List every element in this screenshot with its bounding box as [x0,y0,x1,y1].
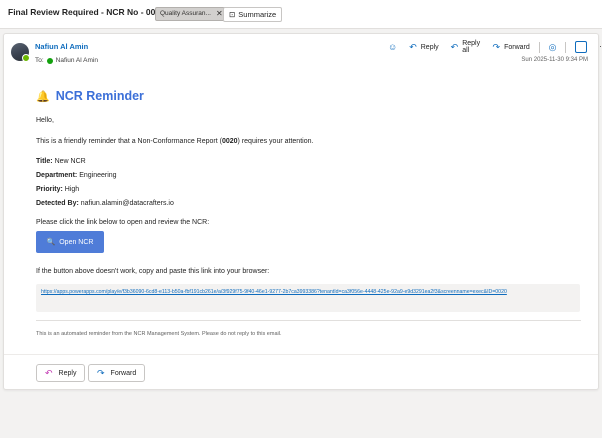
intro-prefix: This is a friendly reminder that a Non-C… [36,138,222,145]
footer-reply-label: Reply [58,369,77,377]
search-icon: 🔍 [46,239,56,246]
detail-value: High [64,186,80,193]
detail-priority: Priority: High [36,186,79,193]
forward-button[interactable]: ↷ Forward [487,40,536,54]
more-options-button[interactable]: ⋯ [593,40,602,54]
remove-tag-icon[interactable]: ✕ [216,8,223,20]
message-actions: ☺ ↶Reply ↶Reply all ↷Forward ◎ ⋯ [382,40,602,54]
divider [565,41,567,53]
open-ncr-button[interactable]: 🔍 Open NCR [36,231,104,253]
recipient-name[interactable]: Nafiun Al Amin [56,57,98,64]
sent-date: Sun 2025-11-30 9:34 PM [521,57,588,63]
reply-all-button[interactable]: ↶ Reply all [445,40,487,54]
copilot-icon: ◎ [548,41,557,52]
ncr-link[interactable]: https://apps.powerapps.com/play/e/f3b360… [41,288,581,296]
detail-value: New NCR [54,158,86,165]
footer-forward-button[interactable]: ↷ Forward [88,364,146,382]
reply-label: Reply [420,43,439,51]
smiley-icon: ☺ [388,42,398,52]
fallback-instruction: If the button above doesn't work, copy a… [36,268,270,275]
avatar[interactable] [11,43,30,62]
headline-text: NCR Reminder [55,89,144,103]
detail-label: Priority: [36,186,63,193]
detail-label: Title: [36,158,53,165]
summarize-label: Summarize [238,10,277,19]
message-card: Nafiun Al Amin To: Nafiun Al Amin Sun 20… [3,33,602,390]
page-title: 🔔 NCR Reminder [36,89,144,103]
detail-department: Department: Engineering [36,172,117,179]
detail-value: Engineering [79,172,117,179]
open-ncr-label: Open NCR [59,238,94,246]
forward-label: Forward [504,43,530,51]
detail-value[interactable]: nafiun.alamin@datacrafters.io [81,200,174,207]
reply-all-icon: ↶ [450,41,459,52]
forward-icon: ↷ [97,367,105,378]
bell-icon: 🔔 [36,90,50,103]
recipient-line: To: Nafiun Al Amin [35,57,98,64]
sender-name[interactable]: Nafiun Al Amin [35,42,88,51]
category-tag-label: Quality Assuran... [160,10,211,17]
link-box: https://apps.powerapps.com/play/e/f3b360… [36,284,580,312]
detail-label: Department: [36,172,78,179]
reply-all-label: Reply all [462,40,481,54]
footer-reply-button[interactable]: ↶ Reply [36,364,86,382]
apps-button[interactable] [569,40,593,54]
intro-suffix: ) requires your attention. [237,138,314,145]
intro-text: This is a friendly reminder that a Non-C… [36,138,313,145]
subject-bar: Final Review Required - NCR No - 0020 Qu… [0,0,602,29]
category-tag[interactable]: Quality Assuran... ✕ [155,7,228,21]
greeting: Hello, [36,117,54,124]
reply-icon: ↶ [45,367,53,378]
forward-icon: ↷ [492,41,501,52]
detail-title: Title: New NCR [36,158,86,165]
automated-footnote: This is an automated reminder from the N… [36,331,282,337]
reply-button[interactable]: ↶ Reply [403,40,444,54]
click-instruction: Please click the link below to open and … [36,219,210,226]
divider [538,41,540,53]
presence-icon [46,57,53,64]
copilot-button[interactable]: ◎ [543,40,563,54]
summarize-button[interactable]: ⊡ Summarize [223,7,283,22]
reply-icon: ↶ [409,41,417,52]
divider [36,320,581,321]
grid-icon [575,41,588,53]
footer-forward-label: Forward [110,369,137,377]
ncr-number: 0020 [221,138,238,145]
detail-label: Detected By: [36,200,79,207]
emoji-reaction-button[interactable]: ☺ [382,40,403,54]
divider [4,354,598,355]
detail-detected-by: Detected By: nafiun.alamin@datacrafters.… [36,200,174,207]
email-subject: Final Review Required - NCR No - 0020 [8,7,165,17]
to-label: To: [35,57,44,64]
summarize-icon: ⊡ [229,10,236,19]
